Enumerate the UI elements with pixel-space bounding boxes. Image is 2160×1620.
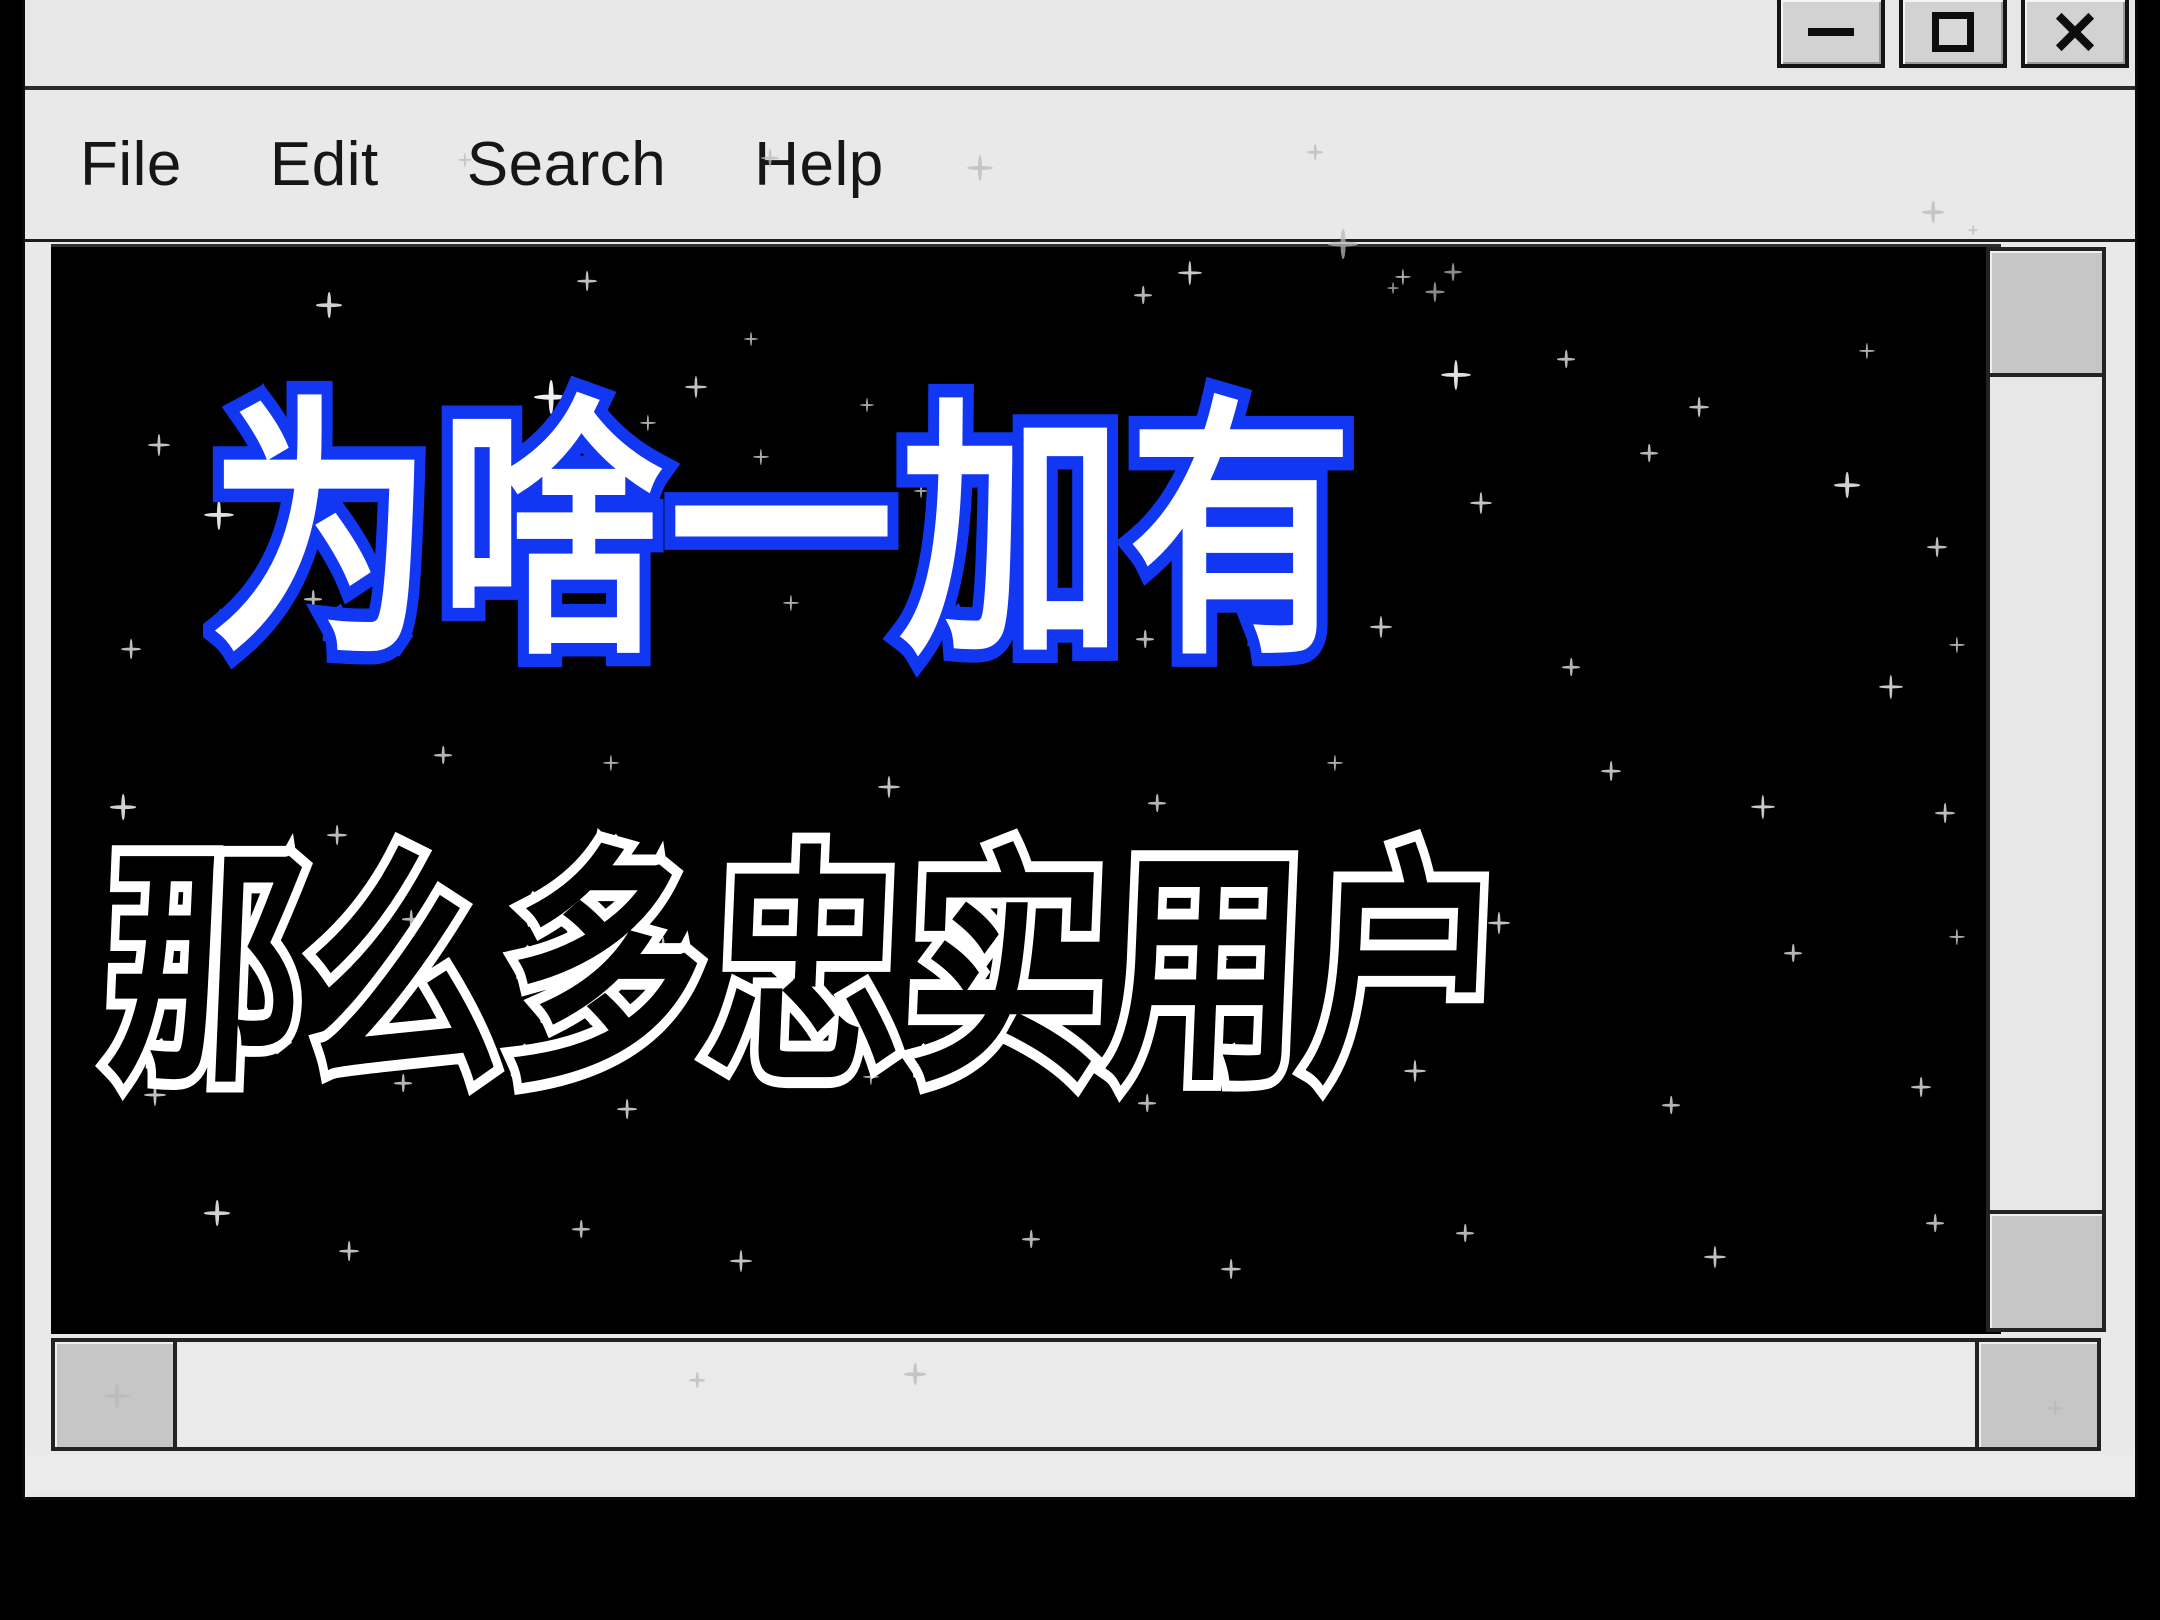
sparkle-icon (1178, 261, 1202, 285)
maximize-button[interactable] (1899, 0, 2007, 68)
vertical-scroll-track[interactable] (1990, 377, 2102, 1210)
sparkle-icon (316, 292, 342, 318)
sparkle-icon (148, 434, 170, 456)
caption-line-1: 为啥一加有 (198, 373, 1364, 693)
sparkle-icon (603, 755, 619, 771)
menu-item-help[interactable]: Help (754, 133, 884, 196)
horizontal-scrollbar[interactable] (51, 1338, 2101, 1451)
menu-item-edit[interactable]: Edit (270, 133, 379, 196)
sparkle-icon (339, 1241, 359, 1261)
client-area: 为啥一加有 那么多忠实用户 (25, 242, 2135, 1493)
sparkle-icon (1911, 1077, 1931, 1097)
sparkle-icon (1601, 761, 1621, 781)
sparkle-icon (1704, 1246, 1726, 1268)
sparkle-icon (1557, 350, 1575, 368)
sparkle-icon (1148, 794, 1166, 812)
sparkle-icon (434, 746, 452, 764)
sparkle-icon (121, 639, 141, 659)
close-button[interactable] (2021, 0, 2129, 68)
sparkle-icon (1784, 944, 1802, 962)
sparkle-icon (1221, 1259, 1241, 1279)
scroll-right-button[interactable] (1975, 1342, 2097, 1447)
sparkle-icon (1134, 286, 1152, 304)
sparkle-icon (1949, 637, 1965, 653)
sparkle-icon (1927, 537, 1947, 557)
sparkle-icon (1935, 803, 1955, 823)
sparkle-icon (1327, 755, 1343, 771)
status-bar (25, 1455, 2135, 1493)
sparkle-icon (1370, 616, 1392, 638)
title-bar[interactable] (25, 0, 2135, 90)
sparkle-icon (1949, 929, 1965, 945)
sparkle-icon (1926, 1214, 1944, 1232)
scroll-down-button[interactable] (1990, 1210, 2102, 1328)
sparkle-icon (1395, 269, 1411, 285)
editor-canvas[interactable]: 为啥一加有 那么多忠实用户 (51, 244, 2001, 1334)
close-icon (2052, 9, 2098, 55)
sparkle-icon (1834, 472, 1860, 498)
sparkle-icon (577, 271, 597, 291)
sparkle-icon (1859, 343, 1875, 359)
sparkle-icon (1751, 795, 1775, 819)
sparkle-icon (572, 1220, 590, 1238)
vertical-scrollbar[interactable] (1986, 247, 2106, 1332)
window-controls (1777, 0, 2129, 68)
scroll-left-button[interactable] (55, 1342, 177, 1447)
sparkle-icon (110, 794, 136, 820)
menu-item-search[interactable]: Search (467, 133, 666, 196)
menu-item-file[interactable]: File (80, 133, 182, 196)
caption-line-2: 那么多忠实用户 (92, 817, 1523, 1128)
sparkle-icon (1662, 1096, 1680, 1114)
sparkle-icon (878, 776, 900, 798)
sparkle-icon (730, 1250, 752, 1272)
sparkle-icon (1879, 675, 1903, 699)
menu-bar: File Edit Search Help (25, 90, 2135, 242)
maximize-icon (1932, 12, 1974, 52)
sparkle-icon (204, 1200, 230, 1226)
sparkle-icon (1640, 444, 1658, 462)
sparkle-icon (1022, 1230, 1040, 1248)
sparkle-icon (1456, 1224, 1474, 1242)
minimize-button[interactable] (1777, 0, 1885, 68)
sparkle-icon (1562, 658, 1580, 676)
minimize-icon (1808, 28, 1854, 36)
sparkle-icon (1689, 397, 1709, 417)
application-window: File Edit Search Help 为啥一加有 那么多忠实用户 (22, 0, 2138, 1500)
sparkle-icon (744, 332, 758, 346)
sparkle-icon (1441, 360, 1471, 390)
scroll-up-button[interactable] (1990, 251, 2102, 377)
sparkle-icon (1470, 492, 1492, 514)
horizontal-scroll-track[interactable] (177, 1342, 1975, 1447)
